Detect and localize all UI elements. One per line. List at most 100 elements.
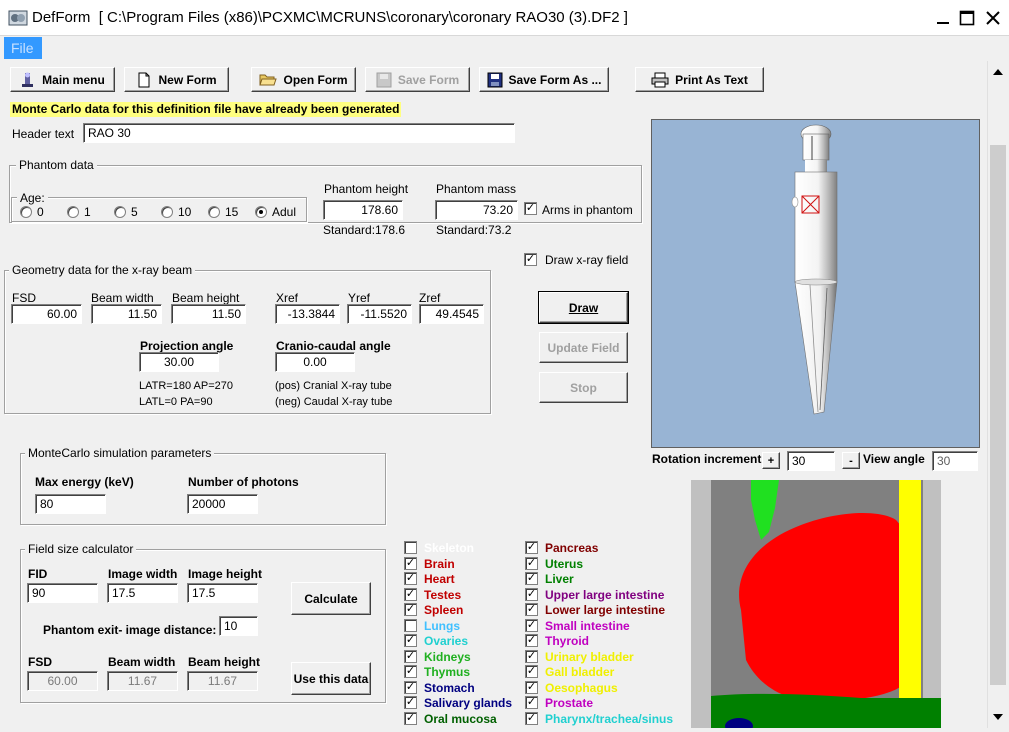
mc-generated-notice: Monte Carlo data for this definition fil…: [10, 102, 402, 117]
age-radio-10[interactable]: [161, 206, 173, 218]
calculate-button[interactable]: Calculate: [291, 582, 371, 615]
beam-height-input[interactable]: 11.50: [171, 304, 246, 324]
rotation-increment-input[interactable]: 30: [787, 451, 835, 471]
phantom-mass-input[interactable]: 73.20: [435, 200, 518, 220]
fid-input[interactable]: 90: [27, 583, 98, 603]
rotation-plus-button[interactable]: +: [762, 452, 780, 469]
organ-checkbox-salivary-glands[interactable]: ✓: [404, 696, 417, 709]
print-as-text-button[interactable]: Print As Text: [635, 67, 764, 92]
close-icon: [986, 11, 1000, 25]
organ-checkbox-liver[interactable]: ✓: [525, 572, 538, 585]
scroll-thumb[interactable]: [990, 145, 1006, 685]
open-form-button[interactable]: Open Form: [251, 67, 356, 92]
xref-input[interactable]: -13.3844: [275, 304, 340, 324]
stop-button[interactable]: Stop: [539, 372, 628, 403]
fsd-input[interactable]: 60.00: [11, 304, 82, 324]
menu-bar: [0, 36, 1009, 60]
organ-checkbox-spleen[interactable]: ✓: [404, 603, 417, 616]
cranio-caudal-input[interactable]: 0.00: [275, 352, 355, 372]
projection-angle-input[interactable]: 30.00: [139, 352, 219, 372]
organ-checkbox-uterus[interactable]: ✓: [525, 556, 538, 570]
arrow-up-icon: [993, 69, 1003, 75]
age-radio-15[interactable]: [208, 206, 220, 218]
organ-checkbox-brain[interactable]: ✓: [404, 556, 417, 570]
exit-distance-input[interactable]: 10: [219, 616, 258, 636]
organ-checkbox-thyroid[interactable]: ✓: [525, 634, 538, 647]
organ-checkbox-upper-large-intestine[interactable]: ✓: [525, 587, 538, 601]
close-button[interactable]: [980, 6, 1006, 30]
printer-icon: [651, 72, 669, 87]
age-radio-1[interactable]: [67, 206, 79, 218]
organ-checkbox-thymus[interactable]: ✓: [404, 665, 417, 678]
organ-checkbox-urinary-bladder[interactable]: ✓: [525, 649, 538, 663]
image-width-input[interactable]: 17.5: [107, 583, 178, 603]
organ-label: Prostate: [545, 696, 594, 710]
field-size-label: Field size calculator: [25, 542, 137, 556]
scroll-down-button[interactable]: [990, 709, 1006, 725]
organ-checkbox-small-intestine[interactable]: ✓: [525, 618, 538, 632]
header-text-input[interactable]: RAO 30: [83, 123, 515, 143]
save-form-as-button[interactable]: Save Form As ...: [479, 67, 609, 92]
update-field-button[interactable]: Update Field: [539, 332, 628, 363]
minimize-button[interactable]: [930, 6, 956, 30]
maximize-button[interactable]: [954, 6, 980, 30]
new-form-button[interactable]: New Form: [124, 67, 229, 92]
save-form-button[interactable]: Save Form: [365, 67, 470, 92]
age-radio-5[interactable]: [114, 206, 126, 218]
yref-input[interactable]: -11.5520: [347, 304, 412, 324]
vertical-scrollbar[interactable]: [987, 61, 1007, 728]
geometry-label: Geometry data for the x-ray beam: [9, 263, 196, 277]
organ-label: Brain: [424, 556, 455, 571]
organ-checkbox-lower-large-intestine[interactable]: ✓: [525, 603, 538, 616]
organ-label: Stomach: [424, 680, 475, 695]
draw-xray-field-checkbox[interactable]: ✓: [524, 253, 537, 266]
cranial-note: (pos) Cranial X-ray tube: [275, 380, 392, 392]
scroll-up-button[interactable]: [990, 64, 1006, 80]
view-angle-input[interactable]: 30: [932, 451, 978, 471]
organ-label: Skeleton: [424, 541, 475, 555]
rotation-minus-button[interactable]: -: [842, 452, 860, 469]
organ-label: Thyroid: [545, 634, 589, 648]
yref-label: Yref: [348, 291, 371, 305]
file-path: [ C:\Program Files (x86)\PCXMC\MCRUNS\co…: [98, 9, 628, 26]
organ-checkbox-heart[interactable]: ✓: [404, 572, 417, 585]
organ-checkbox-prostate[interactable]: ✓: [525, 696, 538, 709]
phantom-render: [652, 120, 979, 447]
arms-in-phantom-checkbox[interactable]: ✓: [524, 202, 537, 215]
organ-checkbox-ovaries[interactable]: ✓: [404, 634, 417, 647]
age-radio-label: 5: [131, 205, 138, 219]
projection-note-1: LATR=180 AP=270: [139, 380, 233, 392]
geometry-group: [4, 270, 491, 414]
photons-input[interactable]: 20000: [187, 494, 258, 514]
use-this-data-button[interactable]: Use this data: [291, 662, 371, 695]
draw-button[interactable]: Draw: [538, 291, 629, 324]
organ-checkbox-pancreas[interactable]: ✓: [525, 541, 538, 554]
organ-checkbox-pharynx-trachea-sinus[interactable]: ✓: [525, 711, 538, 725]
phantom-height-input[interactable]: 178.60: [323, 200, 403, 220]
organ-label: Heart: [424, 572, 455, 586]
organ-checkbox-oesophagus[interactable]: ✓: [525, 680, 538, 694]
organ-checkbox-skeleton[interactable]: [404, 541, 417, 554]
save-icon: [376, 72, 392, 87]
title-bar[interactable]: DefForm [ C:\Program Files (x86)\PCXMC\M…: [0, 0, 1009, 36]
rotation-increment-label: Rotation increment: [652, 452, 762, 466]
phantom-height-label: Phantom height: [324, 182, 409, 196]
age-radio-adul[interactable]: [255, 206, 267, 218]
organ-checkbox-gall-bladder[interactable]: ✓: [525, 665, 538, 678]
organ-checkbox-testes[interactable]: ✓: [404, 587, 417, 601]
organ-checkbox-lungs[interactable]: [404, 618, 417, 632]
beam-width-input[interactable]: 11.50: [91, 304, 162, 324]
main-menu-button[interactable]: Main menu: [10, 67, 115, 92]
organ-slice-image: [691, 480, 941, 728]
organ-label: Salivary glands: [424, 696, 513, 710]
organ-checkbox-stomach[interactable]: ✓: [404, 680, 417, 694]
age-radio-0[interactable]: [20, 206, 32, 218]
organ-checkbox-kidneys[interactable]: ✓: [404, 649, 417, 663]
zref-input[interactable]: 49.4545: [419, 304, 484, 324]
menu-file[interactable]: File: [4, 37, 42, 59]
image-height-input[interactable]: 17.5: [187, 583, 258, 603]
max-energy-input[interactable]: 80: [35, 494, 106, 514]
organ-label: Oral mucosa: [424, 711, 497, 726]
organ-checkbox-oral-mucosa[interactable]: ✓: [404, 711, 417, 725]
phantom-3d-view[interactable]: [651, 119, 980, 448]
